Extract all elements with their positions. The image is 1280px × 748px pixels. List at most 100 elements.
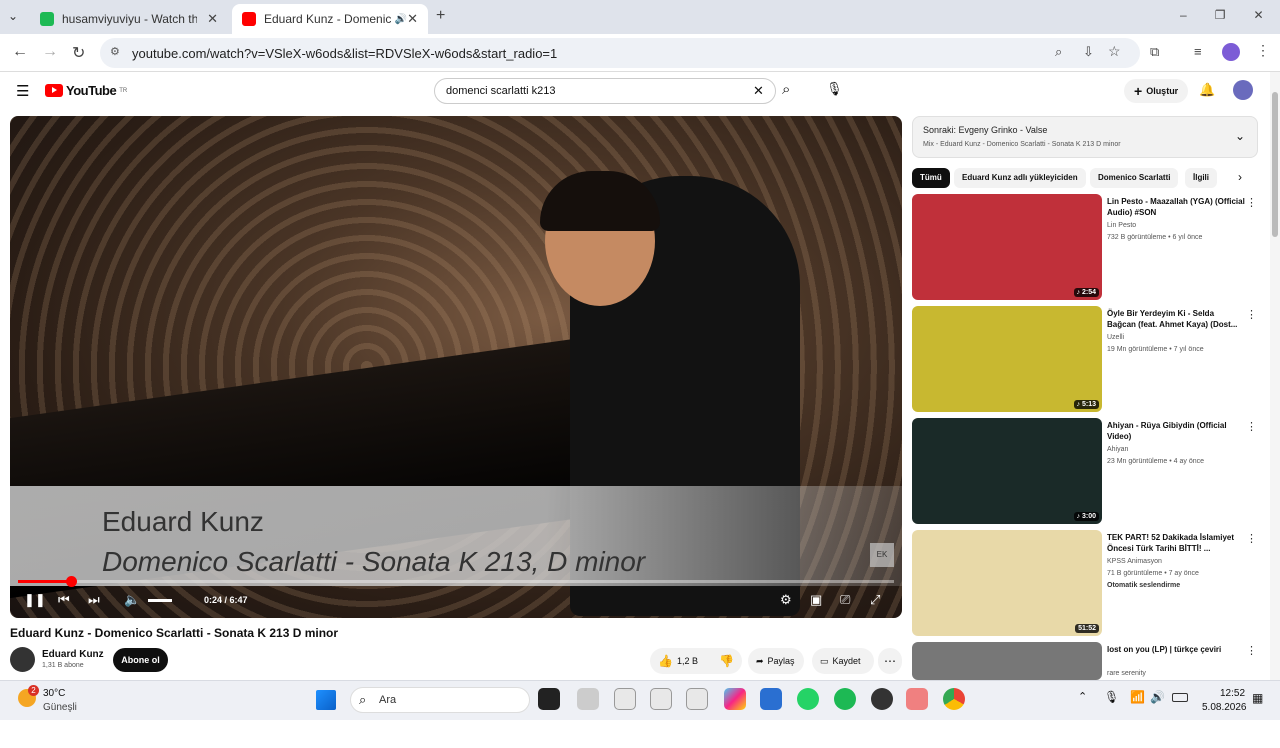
close-tab-icon[interactable]: ✕	[407, 11, 418, 27]
site-info-icon[interactable]: ⚙	[110, 45, 120, 58]
clock-date[interactable]: 5.08.2026	[1202, 702, 1247, 713]
volume-slider[interactable]	[148, 599, 172, 602]
clear-search-icon[interactable]: ✕	[753, 83, 764, 99]
up-next-panel[interactable]: Sonraki: Evgeny Grinko - Valse Mix - Edu…	[912, 116, 1258, 158]
restore-icon[interactable]: ❐	[1215, 8, 1226, 22]
pause-icon[interactable]: ❚❚	[24, 592, 46, 608]
url-bar[interactable]: ⚙ youtube.com/watch?v=VSleX-w6ods&list=R…	[100, 38, 1140, 68]
file-icon[interactable]	[614, 688, 636, 710]
video-thumbnail[interactable]: 51:52	[912, 530, 1102, 636]
more-options-icon[interactable]: ⋮	[1246, 196, 1257, 209]
spotify-icon[interactable]	[834, 688, 856, 710]
extensions-icon[interactable]: ⧉	[1150, 44, 1159, 60]
account-avatar[interactable]	[1233, 80, 1253, 100]
copilot-icon[interactable]	[724, 688, 746, 710]
video-thumbnail[interactable]	[912, 642, 1102, 680]
more-options-icon[interactable]: ⋮	[1246, 532, 1257, 545]
more-options-icon[interactable]: ⋮	[1246, 644, 1257, 657]
video-player[interactable]: Eduard Kunz Domenico Scarlatti - Sonata …	[10, 116, 902, 618]
channel-name[interactable]: Uzelli	[1107, 334, 1124, 341]
forward-icon[interactable]: →	[42, 43, 58, 61]
install-icon[interactable]: ⇩	[1083, 44, 1094, 60]
channel-avatar[interactable]	[10, 647, 35, 672]
channel-name[interactable]: rare serenity	[1107, 670, 1146, 677]
weather-temp[interactable]: 30°C	[43, 688, 65, 699]
more-actions-icon[interactable]: ⋯	[878, 648, 902, 674]
chip-uploader[interactable]: Eduard Kunz adlı yükleyiciden	[954, 168, 1086, 188]
speaker-icon[interactable]: 🔊	[395, 14, 407, 25]
page-scrollbar[interactable]	[1270, 72, 1280, 680]
close-tab-icon[interactable]: ✕	[207, 11, 218, 27]
channel-name[interactable]: KPSS Animasyon	[1107, 558, 1162, 565]
file-icon[interactable]	[686, 688, 708, 710]
notification-icon[interactable]: ▦	[1252, 691, 1263, 705]
volume-icon[interactable]: 🔈	[124, 592, 140, 608]
recommendation-card[interactable]: ♪ 3:00 Ahiyan - Rüya Gibiydin (Official V…	[912, 418, 1262, 524]
weather-desc[interactable]: Güneşli	[43, 702, 77, 713]
search-box[interactable]: domenci scarlatti k213 ✕	[434, 78, 776, 104]
chevron-down-icon[interactable]: ⌄	[1235, 129, 1245, 143]
clock-time[interactable]: 12:52	[1220, 688, 1245, 699]
windows-start-icon[interactable]	[316, 690, 336, 710]
new-tab-button[interactable]: +	[436, 7, 445, 25]
taskbar-search[interactable]: ⌕ Ara	[350, 687, 530, 713]
back-icon[interactable]: ←	[12, 43, 28, 61]
microphone-icon[interactable]: 🎙	[1104, 690, 1119, 704]
video-thumbnail[interactable]: ♪ 3:00	[912, 418, 1102, 524]
reload-icon[interactable]: ↻	[72, 43, 85, 63]
channel-name[interactable]: Ahiyan	[1107, 446, 1128, 453]
create-button[interactable]: + Oluştur	[1124, 79, 1189, 103]
video-thumbnail[interactable]: ♪ 2:54	[912, 194, 1102, 300]
whatsapp-icon[interactable]	[797, 688, 819, 710]
video-title[interactable]: Öyle Bir Yerdeyim Ki - Selda Bağcan (fea…	[1107, 308, 1245, 330]
video-title[interactable]: Lin Pesto - Maazallah (YGA) (Official Au…	[1107, 196, 1245, 218]
subscribe-button[interactable]: Abone ol	[113, 648, 168, 672]
bookmark-star-icon[interactable]: ☆	[1108, 43, 1121, 60]
video-title[interactable]: TEK PART! 52 Dakikada İslamiyet Öncesi T…	[1107, 532, 1245, 554]
share-button[interactable]: ➦ Paylaş	[748, 648, 804, 674]
app-icon[interactable]	[760, 688, 782, 710]
miniplayer-icon[interactable]: ▣	[810, 592, 822, 608]
youtube-logo[interactable]: YouTube TR	[45, 83, 127, 98]
app-icon[interactable]	[906, 688, 928, 710]
search-input[interactable]: domenci scarlatti k213	[446, 85, 555, 97]
dislike-icon[interactable]: 👎	[719, 654, 734, 668]
task-view-icon[interactable]	[538, 688, 560, 710]
hamburger-menu-icon[interactable]: ☰	[16, 82, 29, 100]
tab-twitch[interactable]: husamviyuviyu - Watch the VOD ✕	[30, 4, 228, 34]
progress-bar[interactable]	[18, 576, 894, 587]
menu-icon[interactable]: ⋮	[1256, 42, 1270, 59]
recommendation-card[interactable]: 51:52 TEK PART! 52 Dakikada İslamiyet Önc…	[912, 530, 1262, 636]
scrubber-handle[interactable]	[65, 576, 77, 587]
chip-domenico[interactable]: Domenico Scarlatti	[1090, 168, 1179, 188]
show-hidden-icons[interactable]: ⌃	[1078, 690, 1087, 703]
microphone-icon[interactable]: 🎙	[826, 81, 843, 97]
more-options-icon[interactable]: ⋮	[1246, 308, 1257, 321]
chip-related[interactable]: İlgili	[1185, 168, 1217, 188]
next-icon[interactable]: ⏭	[88, 592, 100, 608]
recommendation-card[interactable]: ♪ 5:13 Öyle Bir Yerdeyim Ki - Selda Bağca…	[912, 306, 1262, 412]
like-icon[interactable]: 👍	[658, 654, 673, 668]
chevron-right-icon[interactable]: ›	[1238, 170, 1242, 184]
app-icon[interactable]	[577, 688, 599, 710]
video-thumbnail[interactable]: ♪ 5:13	[912, 306, 1102, 412]
fullscreen-icon[interactable]: ⤢	[870, 592, 880, 608]
end-card-badge[interactable]: EK	[870, 543, 894, 567]
channel-name[interactable]: Lin Pesto	[1107, 222, 1136, 229]
previous-icon[interactable]: ⏮	[58, 592, 70, 608]
more-options-icon[interactable]: ⋮	[1246, 420, 1257, 433]
video-title[interactable]: Ahiyan - Rüya Gibiydin (Official Video)	[1107, 420, 1245, 442]
cast-icon[interactable]: ⎚	[840, 592, 850, 608]
battery-icon[interactable]	[1172, 693, 1188, 702]
settings-icon[interactable]: ⚙	[780, 592, 792, 608]
channel-name[interactable]: Eduard Kunz	[42, 649, 104, 660]
app-icon[interactable]	[871, 688, 893, 710]
chrome-icon[interactable]	[943, 688, 965, 710]
zoom-icon[interactable]: ⌕	[1055, 44, 1062, 60]
minimize-icon[interactable]: –	[1180, 8, 1187, 22]
tab-list-icon[interactable]: ⌄	[8, 9, 18, 23]
speaker-icon[interactable]: 🔊	[1150, 690, 1165, 704]
like-count[interactable]: 1,2 B	[677, 656, 698, 666]
url-text[interactable]: youtube.com/watch?v=VSleX-w6ods&list=RDV…	[132, 46, 557, 61]
media-controls-icon[interactable]: ≡	[1194, 44, 1202, 59]
